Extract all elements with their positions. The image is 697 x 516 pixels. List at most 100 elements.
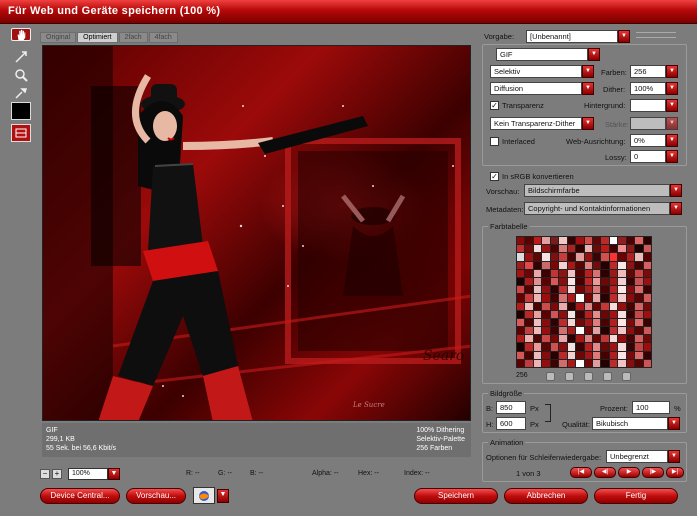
- color-swatch[interactable]: [576, 327, 584, 335]
- color-swatch[interactable]: [525, 310, 533, 318]
- color-swatch[interactable]: [609, 302, 618, 310]
- color-swatch[interactable]: [550, 327, 559, 335]
- color-swatch[interactable]: [618, 253, 626, 261]
- color-swatch[interactable]: [550, 351, 559, 359]
- color-swatch[interactable]: [626, 359, 635, 367]
- color-swatch[interactable]: [592, 318, 601, 327]
- color-swatch[interactable]: [592, 294, 601, 302]
- color-swatch[interactable]: [542, 302, 550, 310]
- color-swatch[interactable]: [517, 245, 525, 253]
- color-swatch[interactable]: [559, 237, 567, 245]
- color-swatch[interactable]: [550, 343, 559, 351]
- color-swatch[interactable]: [609, 359, 618, 367]
- color-swatch[interactable]: [635, 261, 643, 269]
- zoom-in-button[interactable]: +: [52, 469, 62, 479]
- color-swatch[interactable]: [609, 261, 618, 269]
- color-swatch[interactable]: [525, 351, 533, 359]
- metadata-select[interactable]: Copyright- und Kontaktinformationen: [524, 202, 670, 215]
- color-swatch[interactable]: [567, 277, 576, 286]
- color-swatch[interactable]: [550, 261, 559, 269]
- color-swatch[interactable]: [542, 351, 550, 359]
- color-swatch[interactable]: [533, 277, 542, 286]
- color-swatch[interactable]: [601, 327, 609, 335]
- lossy-dropdown-arrow[interactable]: ▼: [666, 150, 678, 163]
- color-swatch[interactable]: [542, 261, 550, 269]
- color-swatch[interactable]: [517, 277, 525, 286]
- color-swatch[interactable]: [626, 253, 635, 261]
- color-swatch[interactable]: [525, 318, 533, 327]
- color-swatch[interactable]: [533, 359, 542, 367]
- tab-original[interactable]: Original: [40, 32, 77, 43]
- color-swatch[interactable]: [643, 294, 651, 302]
- color-swatch[interactable]: [643, 335, 651, 343]
- color-swatch[interactable]: [592, 310, 601, 318]
- color-swatch[interactable]: [559, 294, 567, 302]
- color-swatch[interactable]: [609, 277, 618, 286]
- color-swatch[interactable]: [618, 294, 626, 302]
- color-swatch[interactable]: [609, 335, 618, 343]
- color-swatch[interactable]: [609, 253, 618, 261]
- browser-icon[interactable]: [193, 487, 215, 504]
- height-field[interactable]: 600: [496, 417, 526, 430]
- color-swatch[interactable]: [635, 237, 643, 245]
- color-swatch[interactable]: [618, 237, 626, 245]
- color-swatch[interactable]: [559, 277, 567, 286]
- color-swatch[interactable]: [643, 343, 651, 351]
- toggle-slices-icon[interactable]: [11, 124, 31, 142]
- transparency-checkbox[interactable]: ✓: [490, 101, 499, 110]
- color-swatch[interactable]: [592, 269, 601, 277]
- tab-optimized[interactable]: Optimiert: [77, 32, 118, 43]
- color-swatch[interactable]: [601, 302, 609, 310]
- color-swatch[interactable]: [601, 359, 609, 367]
- color-swatch[interactable]: [542, 237, 550, 245]
- color-swatch[interactable]: [609, 343, 618, 351]
- lossy-field[interactable]: 0: [630, 150, 666, 163]
- web-snap-field[interactable]: 0%: [630, 134, 666, 147]
- color-swatch[interactable]: [517, 286, 525, 294]
- color-swatch[interactable]: [559, 310, 567, 318]
- color-swatch[interactable]: [643, 351, 651, 359]
- color-swatch[interactable]: [635, 343, 643, 351]
- device-central-button[interactable]: Device Central...: [40, 488, 120, 504]
- color-swatch[interactable]: [643, 277, 651, 286]
- color-swatch[interactable]: [601, 237, 609, 245]
- color-reduction-select[interactable]: Selektiv: [490, 65, 582, 78]
- color-swatch[interactable]: [601, 277, 609, 286]
- color-swatch[interactable]: [525, 343, 533, 351]
- color-swatch[interactable]: [559, 261, 567, 269]
- color-swatch[interactable]: [576, 343, 584, 351]
- color-swatch[interactable]: [592, 261, 601, 269]
- color-swatch[interactable]: [592, 245, 601, 253]
- color-swatch[interactable]: [517, 261, 525, 269]
- color-swatch[interactable]: [601, 310, 609, 318]
- color-swatch[interactable]: [559, 318, 567, 327]
- color-swatch[interactable]: [542, 318, 550, 327]
- color-swatch[interactable]: [550, 359, 559, 367]
- lock-color-icon[interactable]: [584, 372, 593, 381]
- color-swatch[interactable]: [643, 245, 651, 253]
- color-swatch[interactable]: [626, 294, 635, 302]
- color-swatch[interactable]: [525, 253, 533, 261]
- color-swatch[interactable]: [559, 269, 567, 277]
- color-swatch[interactable]: [533, 237, 542, 245]
- color-swatch[interactable]: [550, 245, 559, 253]
- color-swatch[interactable]: [533, 343, 542, 351]
- colors-dropdown-arrow[interactable]: ▼: [666, 65, 678, 78]
- colors-field[interactable]: 256: [630, 65, 666, 78]
- color-swatch[interactable]: [601, 318, 609, 327]
- color-swatch[interactable]: [618, 302, 626, 310]
- color-swatch[interactable]: [550, 310, 559, 318]
- color-swatch[interactable]: [635, 351, 643, 359]
- color-swatch[interactable]: [584, 335, 592, 343]
- color-swatch[interactable]: [550, 335, 559, 343]
- color-swatch[interactable]: [584, 310, 592, 318]
- color-swatch[interactable]: [635, 245, 643, 253]
- color-swatch[interactable]: [567, 261, 576, 269]
- color-swatch[interactable]: [584, 318, 592, 327]
- last-frame-icon[interactable]: ▶|: [666, 467, 684, 478]
- color-swatch[interactable]: [618, 351, 626, 359]
- image-preview[interactable]: Searo Le Sucre: [42, 45, 471, 421]
- zoom-icon[interactable]: [11, 66, 31, 84]
- matte-dropdown-arrow[interactable]: ▼: [666, 99, 678, 112]
- color-swatch[interactable]: [576, 261, 584, 269]
